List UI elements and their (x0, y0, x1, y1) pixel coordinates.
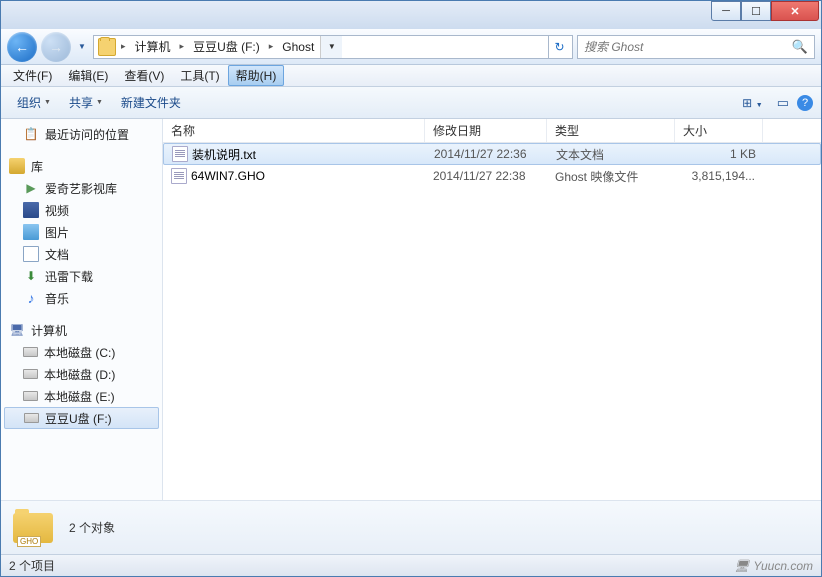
search-icon[interactable]: 🔍 (792, 39, 808, 55)
preview-pane-button[interactable]: ▭ (771, 91, 795, 115)
chevron-right-icon[interactable]: ▸ (177, 41, 188, 52)
breadcrumb-drive[interactable]: 豆豆U盘 (F:) (187, 36, 266, 58)
file-size: 1 KB (676, 147, 764, 161)
gho-file-icon (171, 168, 187, 184)
file-date: 2014/11/27 22:36 (426, 147, 548, 161)
view-mode-button[interactable]: ⊞ ▼ (736, 91, 769, 114)
sidebar-item-pictures[interactable]: 图片 (1, 221, 162, 243)
computer-icon: 🖥 (9, 322, 25, 338)
menu-help[interactable]: 帮助(H) (228, 65, 285, 86)
breadcrumb-dropdown[interactable]: ▼ (320, 36, 342, 58)
folder-large-icon: GHO (13, 509, 55, 547)
sidebar-drive-d[interactable]: 本地磁盘 (D:) (1, 363, 162, 385)
drive-icon (23, 391, 38, 401)
breadcrumb[interactable]: ▸ 计算机 ▸ 豆豆U盘 (F:) ▸ Ghost ▼ ↻ (93, 35, 573, 59)
videos-icon (23, 202, 39, 218)
body: 📋最近访问的位置 库 ▶爱奇艺影视库 视频 图片 文档 ⬇迅雷下载 ♪音乐 🖥计… (1, 119, 821, 500)
text-file-icon (172, 146, 188, 162)
sidebar-libraries[interactable]: 库 (1, 155, 162, 177)
sidebar-recent[interactable]: 📋最近访问的位置 (1, 123, 162, 145)
statusbar: 2 个项目 🖥Yuucn.com (1, 554, 821, 576)
back-button[interactable]: ← (7, 32, 37, 62)
chevron-right-icon[interactable]: ▸ (266, 41, 277, 52)
details-pane: GHO 2 个对象 (1, 500, 821, 554)
menu-tools[interactable]: 工具(T) (172, 65, 227, 86)
menu-view[interactable]: 查看(V) (116, 65, 172, 86)
file-name: 64WIN7.GHO (191, 169, 265, 183)
column-name[interactable]: 名称 (163, 119, 425, 142)
maximize-button[interactable]: ☐ (741, 1, 771, 21)
details-text: 2 个对象 (69, 519, 115, 536)
column-headers: 名称 修改日期 类型 大小 (163, 119, 821, 143)
titlebar[interactable]: ─ ☐ ✕ (1, 1, 821, 29)
sidebar-drive-e[interactable]: 本地磁盘 (E:) (1, 385, 162, 407)
file-row[interactable]: 装机说明.txt 2014/11/27 22:36 文本文档 1 KB (163, 143, 821, 165)
file-row[interactable]: 64WIN7.GHO 2014/11/27 22:38 Ghost 映像文件 3… (163, 165, 821, 187)
new-folder-button[interactable]: 新建文件夹 (113, 90, 189, 115)
menubar: 文件(F) 编辑(E) 查看(V) 工具(T) 帮助(H) (1, 65, 821, 87)
breadcrumb-computer[interactable]: 计算机 (129, 36, 177, 58)
drive-icon (23, 369, 38, 379)
recent-icon: 📋 (23, 126, 39, 142)
sidebar-item-music[interactable]: ♪音乐 (1, 287, 162, 309)
sidebar-drive-c[interactable]: 本地磁盘 (C:) (1, 341, 162, 363)
file-list: 名称 修改日期 类型 大小 装机说明.txt 2014/11/27 22:36 … (163, 119, 821, 500)
nav-history-dropdown[interactable]: ▼ (75, 37, 89, 57)
chevron-right-icon[interactable]: ▸ (118, 41, 129, 52)
sidebar-item-videos[interactable]: 视频 (1, 199, 162, 221)
column-type[interactable]: 类型 (547, 119, 675, 142)
video-lib-icon: ▶ (23, 180, 39, 196)
column-date[interactable]: 修改日期 (425, 119, 547, 142)
file-type: 文本文档 (548, 146, 676, 163)
explorer-window: ─ ☐ ✕ ← → ▼ ▸ 计算机 ▸ 豆豆U盘 (F:) ▸ Ghost ▼ … (0, 0, 822, 577)
sidebar-item-documents[interactable]: 文档 (1, 243, 162, 265)
forward-button[interactable]: → (41, 32, 71, 62)
drive-icon (24, 413, 39, 423)
help-button[interactable]: ? (797, 95, 813, 111)
watermark: 🖥Yuucn.com (734, 559, 813, 573)
breadcrumb-folder[interactable]: Ghost (276, 36, 320, 58)
library-icon (9, 158, 25, 174)
toolbar: 组织▼ 共享▼ 新建文件夹 ⊞ ▼ ▭ ? (1, 87, 821, 119)
refresh-button[interactable]: ↻ (548, 36, 570, 58)
pictures-icon (23, 224, 39, 240)
file-date: 2014/11/27 22:38 (425, 169, 547, 183)
minimize-button[interactable]: ─ (711, 1, 741, 21)
status-item-count: 2 个项目 (9, 557, 55, 574)
drive-icon (23, 347, 38, 357)
sidebar-item-iqiyi[interactable]: ▶爱奇艺影视库 (1, 177, 162, 199)
share-button[interactable]: 共享▼ (61, 90, 111, 115)
file-size: 3,815,194... (675, 169, 763, 183)
menu-file[interactable]: 文件(F) (5, 65, 60, 86)
file-name: 装机说明.txt (192, 146, 256, 163)
sidebar: 📋最近访问的位置 库 ▶爱奇艺影视库 视频 图片 文档 ⬇迅雷下载 ♪音乐 🖥计… (1, 119, 163, 500)
search-box[interactable]: 🔍 (577, 35, 815, 59)
music-icon: ♪ (23, 290, 39, 306)
organize-button[interactable]: 组织▼ (9, 90, 59, 115)
sidebar-item-downloads[interactable]: ⬇迅雷下载 (1, 265, 162, 287)
download-icon: ⬇ (23, 268, 39, 284)
folder-icon (98, 38, 116, 56)
documents-icon (23, 246, 39, 262)
close-button[interactable]: ✕ (771, 1, 819, 21)
column-size[interactable]: 大小 (675, 119, 763, 142)
file-type: Ghost 映像文件 (547, 168, 675, 185)
menu-edit[interactable]: 编辑(E) (60, 65, 116, 86)
sidebar-drive-f[interactable]: 豆豆U盘 (F:) (4, 407, 159, 429)
search-input[interactable] (584, 40, 792, 54)
navbar: ← → ▼ ▸ 计算机 ▸ 豆豆U盘 (F:) ▸ Ghost ▼ ↻ 🔍 (1, 29, 821, 65)
sidebar-computer[interactable]: 🖥计算机 (1, 319, 162, 341)
